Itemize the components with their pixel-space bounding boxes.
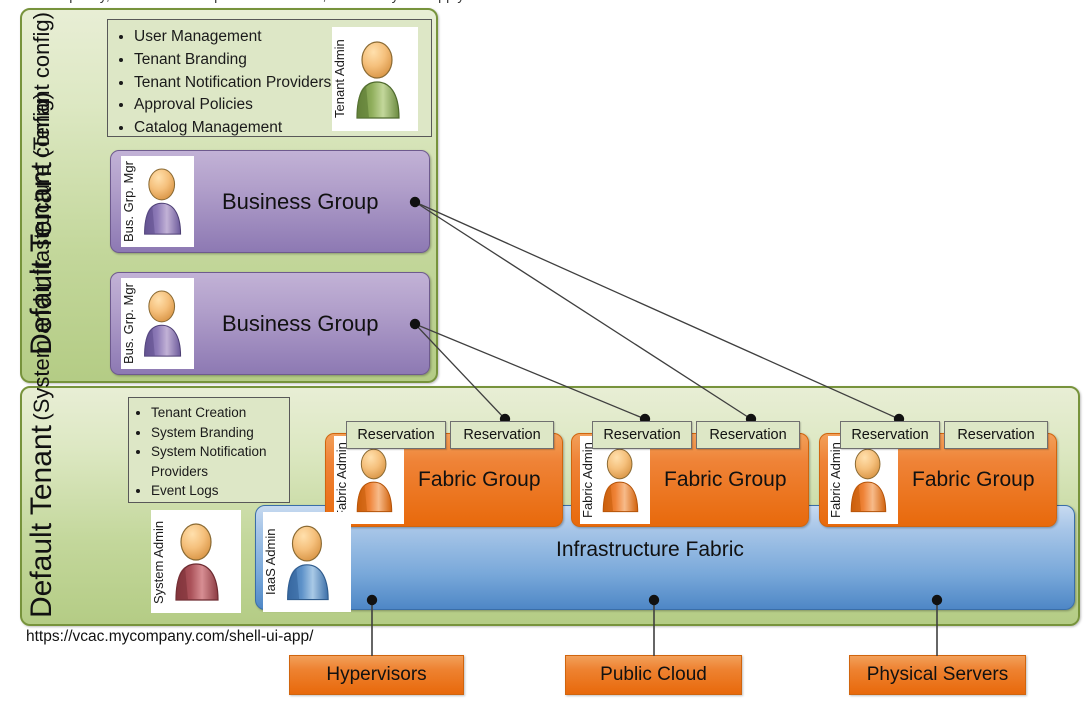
- business-group-2[interactable]: Bus. Grp. Mgr Business Group: [110, 272, 430, 375]
- info-item: System Notification Providers: [151, 442, 286, 481]
- bus-grp-mgr-caption: Bus. Grp. Mgr: [121, 283, 136, 364]
- info-item: Tenant Creation: [151, 403, 286, 423]
- reservation-label: Reservation: [357, 427, 435, 443]
- business-group-1-title: Business Group: [222, 188, 379, 214]
- resource-hypervisors[interactable]: Hypervisors: [289, 655, 464, 695]
- tenant-system-label-line1: Default Tenant: [25, 425, 58, 618]
- bus-grp-mgr-avatar-card-2: Bus. Grp. Mgr: [121, 278, 194, 369]
- business-group-1[interactable]: Bus. Grp. Mgr Business Group: [110, 150, 430, 253]
- clipped-top-text: specify, when a user requests a machine,…: [62, 0, 468, 3]
- tenant-system-label: Default Tenant (System and infrastructur…: [25, 92, 126, 618]
- tenant-system-label-line3: infrastructure config): [29, 92, 54, 293]
- bus-grp-mgr-caption: Bus. Grp. Mgr: [121, 161, 136, 242]
- resource-label: Hypervisors: [326, 664, 427, 685]
- business-group-2-title: Business Group: [222, 310, 379, 336]
- fabric-admin-avatar-card-3: Fabric Admin: [828, 436, 898, 524]
- reservation-2b[interactable]: Reservation: [696, 421, 800, 449]
- reservation-1a[interactable]: Reservation: [346, 421, 446, 449]
- system-admin-avatar-card: System Admin: [151, 510, 241, 613]
- tenant-admin-avatar-card: Tenant Admin: [332, 27, 418, 131]
- info-item: Event Logs: [151, 481, 286, 501]
- shell-ui-url: https://vcac.mycompany.com/shell-ui-app/: [26, 628, 314, 645]
- resource-label: Public Cloud: [600, 664, 707, 685]
- person-icon: [136, 161, 184, 242]
- reservation-label: Reservation: [957, 427, 1035, 443]
- fabric-group-2-title: Fabric Group: [664, 468, 787, 491]
- info-item: Catalog Management: [134, 117, 331, 140]
- bus-grp-mgr-avatar-card-1: Bus. Grp. Mgr: [121, 156, 194, 247]
- resource-public-cloud[interactable]: Public Cloud: [565, 655, 742, 695]
- reservation-1b[interactable]: Reservation: [450, 421, 554, 449]
- info-item: System Branding: [151, 423, 286, 443]
- fabric-admin-avatar-card-1: Fabric Admin: [334, 436, 404, 524]
- system-admin-caption: System Admin: [151, 519, 166, 604]
- fabric-group-3-title: Fabric Group: [912, 468, 1035, 491]
- resource-physical-servers[interactable]: Physical Servers: [849, 655, 1026, 695]
- reservation-2a[interactable]: Reservation: [592, 421, 692, 449]
- fabric-admin-caption: Fabric Admin: [334, 442, 349, 518]
- reservation-3b[interactable]: Reservation: [944, 421, 1048, 449]
- tenant-system-info-list: Tenant Creation System Branding System N…: [129, 398, 289, 504]
- fabric-group-1-title: Fabric Group: [418, 468, 541, 491]
- reservation-label: Reservation: [463, 427, 541, 443]
- tenant-admin-caption: Tenant Admin: [332, 39, 347, 119]
- info-item: Approval Policies: [134, 94, 331, 117]
- fabric-admin-avatar-card-2: Fabric Admin: [580, 436, 650, 524]
- person-icon: [595, 441, 641, 520]
- infrastructure-fabric-title: Infrastructure Fabric: [556, 538, 744, 561]
- info-item: Tenant Branding: [134, 49, 331, 72]
- diagram-canvas: specify, when a user requests a machine,…: [0, 0, 1092, 714]
- reservation-3a[interactable]: Reservation: [840, 421, 940, 449]
- iaas-admin-caption: IaaS Admin: [263, 528, 278, 596]
- person-icon: [166, 516, 222, 607]
- fabric-admin-caption: Fabric Admin: [580, 442, 595, 518]
- info-item: Tenant Notification Providers: [134, 72, 331, 95]
- reservation-label: Reservation: [709, 427, 787, 443]
- info-item: User Management: [134, 26, 331, 49]
- fabric-admin-caption: Fabric Admin: [828, 442, 843, 518]
- person-icon: [278, 518, 332, 607]
- person-icon: [347, 34, 403, 125]
- person-icon: [136, 283, 184, 364]
- reservation-label: Reservation: [603, 427, 681, 443]
- reservation-label: Reservation: [851, 427, 929, 443]
- tenant-system-label-line2: (System and: [29, 297, 54, 421]
- iaas-admin-avatar-card: IaaS Admin: [263, 512, 351, 612]
- tenant-system-info-box: Tenant Creation System Branding System N…: [128, 397, 290, 503]
- person-icon: [843, 441, 889, 520]
- resource-label: Physical Servers: [866, 664, 1009, 685]
- person-icon: [349, 441, 395, 520]
- tenant-config-info-list: User Management Tenant Branding Tenant N…: [108, 20, 335, 144]
